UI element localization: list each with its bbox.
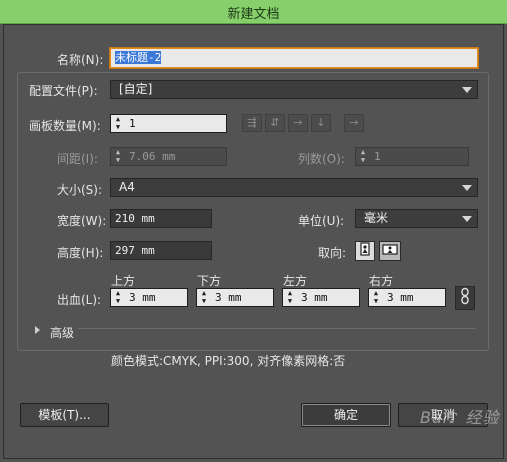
bleed-bottom-stepper[interactable]: ▲ ▼ 3 mm <box>196 288 274 307</box>
grid-by-row-icon[interactable]: ⇶ <box>242 114 262 132</box>
stepper-up-icon[interactable]: ▲ <box>198 289 210 297</box>
stepper-up-icon[interactable]: ▲ <box>370 289 382 297</box>
stepper-down-icon[interactable]: ▼ <box>370 297 382 305</box>
units-select[interactable]: 毫米 <box>355 209 478 228</box>
name-label: 名称(N): <box>57 53 104 67</box>
right-to-left-icon[interactable]: → <box>344 114 364 132</box>
columns-label: 列数(O): <box>298 152 345 166</box>
stepper-up-icon[interactable]: ▲ <box>357 148 369 156</box>
stepper-down-icon[interactable]: ▼ <box>112 123 124 131</box>
bleed-left-stepper[interactable]: ▲ ▼ 3 mm <box>282 288 360 307</box>
stepper-up-icon[interactable]: ▲ <box>284 289 296 297</box>
height-label: 高度(H): <box>57 246 104 260</box>
size-select[interactable]: A4 <box>110 178 478 197</box>
bleed-top-stepper[interactable]: ▲ ▼ 3 mm <box>110 288 188 307</box>
columns-value: 1 <box>374 150 381 163</box>
arrange-by-column-icon[interactable]: ↓ <box>311 114 331 132</box>
stepper-up-icon[interactable]: ▲ <box>112 289 124 297</box>
stepper-down-icon[interactable]: ▼ <box>198 297 210 305</box>
grid-by-column-icon[interactable]: ⇵ <box>265 114 285 132</box>
name-value: 未标题-2 <box>115 51 162 64</box>
bleed-bottom-label: 下方 <box>197 274 222 288</box>
spacing-label: 间距(I): <box>57 152 98 166</box>
profile-value: [自定] <box>119 82 153 96</box>
stepper-down-icon[interactable]: ▼ <box>112 156 124 164</box>
bleed-left-label: 左方 <box>283 274 308 288</box>
arrange-by-row-icon[interactable]: → <box>288 114 308 132</box>
height-input[interactable]: 297 mm <box>110 241 212 260</box>
chevron-down-icon <box>462 216 472 222</box>
bleed-bottom-value: 3 mm <box>215 291 242 304</box>
stepper-down-icon[interactable]: ▼ <box>284 297 296 305</box>
artboards-stepper[interactable]: ▲ ▼ 1 <box>110 114 227 133</box>
units-label: 单位(U): <box>298 214 345 228</box>
portrait-icon[interactable] <box>355 241 375 261</box>
height-value: 297 mm <box>115 244 155 257</box>
watermark: Bai♪ 经验 <box>420 408 500 427</box>
chevron-down-icon <box>462 87 472 93</box>
width-value: 210 mm <box>115 212 155 225</box>
spacing-value: 7.06 mm <box>129 150 176 163</box>
divider <box>78 328 476 329</box>
landscape-icon[interactable] <box>379 241 401 261</box>
width-input[interactable]: 210 mm <box>110 209 212 228</box>
units-value: 毫米 <box>364 211 389 225</box>
stepper-down-icon[interactable]: ▼ <box>112 297 124 305</box>
profile-select[interactable]: [自定] <box>110 80 478 99</box>
profile-label: 配置文件(P): <box>29 82 102 99</box>
bleed-label: 出血(L): <box>57 293 102 307</box>
spacing-stepper[interactable]: ▲ ▼ 7.06 mm <box>110 147 227 166</box>
name-input[interactable]: 未标题-2 <box>110 48 478 68</box>
window-title: 新建文档 <box>227 7 280 22</box>
advanced-toggle[interactable]: 高级 <box>50 324 74 341</box>
bleed-left-value: 3 mm <box>301 291 328 304</box>
artboards-label: 画板数量(M): <box>29 119 101 133</box>
orientation-label: 取向: <box>318 246 347 260</box>
bleed-right-label: 右方 <box>369 274 394 288</box>
bleed-right-value: 3 mm <box>387 291 414 304</box>
columns-stepper[interactable]: ▲ ▼ 1 <box>355 147 469 166</box>
templates-button[interactable]: 模板(T)... <box>20 403 109 427</box>
bleed-right-stepper[interactable]: ▲ ▼ 3 mm <box>368 288 446 307</box>
size-label: 大小(S): <box>57 183 103 197</box>
stepper-up-icon[interactable]: ▲ <box>112 148 124 156</box>
chain-link-icon[interactable] <box>455 286 475 310</box>
stepper-up-icon[interactable]: ▲ <box>112 115 124 123</box>
bleed-top-label: 上方 <box>111 274 136 288</box>
artboards-value: 1 <box>129 117 136 130</box>
width-label: 宽度(W): <box>57 214 107 228</box>
disclosure-triangle-icon[interactable] <box>35 326 40 334</box>
ok-button[interactable]: 确定 <box>301 403 391 427</box>
title-bar: 新建文档 <box>0 0 507 24</box>
chevron-down-icon <box>462 185 472 191</box>
summary-text: 颜色模式:CMYK, PPI:300, 对齐像素网格:否 <box>111 354 346 368</box>
stepper-down-icon[interactable]: ▼ <box>357 156 369 164</box>
bleed-top-value: 3 mm <box>129 291 156 304</box>
size-value: A4 <box>119 180 135 194</box>
